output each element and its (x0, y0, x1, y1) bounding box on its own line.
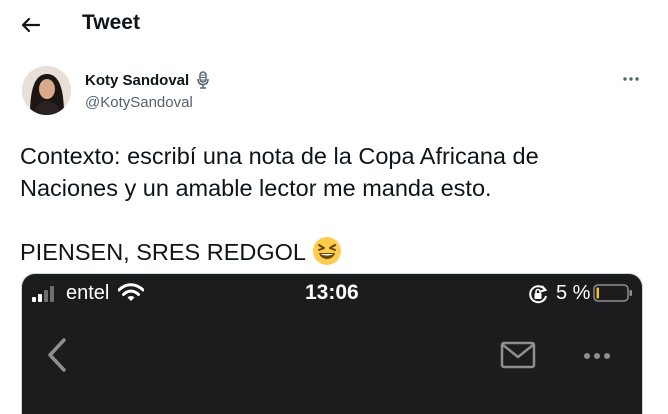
back-arrow-icon[interactable] (16, 10, 46, 40)
author-name-row[interactable]: Koty Sandoval (85, 71, 211, 89)
more-horizontal-icon (582, 348, 612, 366)
author-name[interactable]: Koty Sandoval (85, 72, 189, 89)
tweet-line-1: Contexto: escribí una nota de la Copa Af… (20, 143, 539, 201)
page-title: Tweet (82, 11, 140, 34)
tweet-text: Contexto: escribí una nota de la Copa Af… (20, 140, 640, 274)
battery-percent: 5 % (556, 282, 591, 304)
tweet-line-2: PIENSEN, SRES REDGOL (20, 236, 640, 274)
chevron-left-icon (44, 337, 70, 378)
page-header: Tweet (0, 0, 668, 50)
tweet-image[interactable]: entel 13:06 5 % (21, 273, 643, 414)
phone-status-bar: entel 13:06 5 % (22, 274, 642, 312)
microphone-icon (195, 71, 211, 89)
avatar[interactable] (22, 66, 71, 115)
tweet-line-2-text: PIENSEN, SRES REDGOL (20, 239, 306, 265)
carrier-name: entel (66, 282, 110, 304)
rotation-lock-icon (527, 283, 549, 311)
author-handle[interactable]: @KotySandoval (85, 94, 193, 111)
wifi-icon (117, 283, 145, 309)
status-time: 13:06 (305, 281, 359, 304)
more-horizontal-icon[interactable] (620, 68, 642, 90)
battery-icon (593, 284, 633, 308)
grinning-squinting-face-emoji (312, 236, 342, 274)
signal-icon (32, 285, 62, 308)
mail-icon (500, 341, 536, 374)
